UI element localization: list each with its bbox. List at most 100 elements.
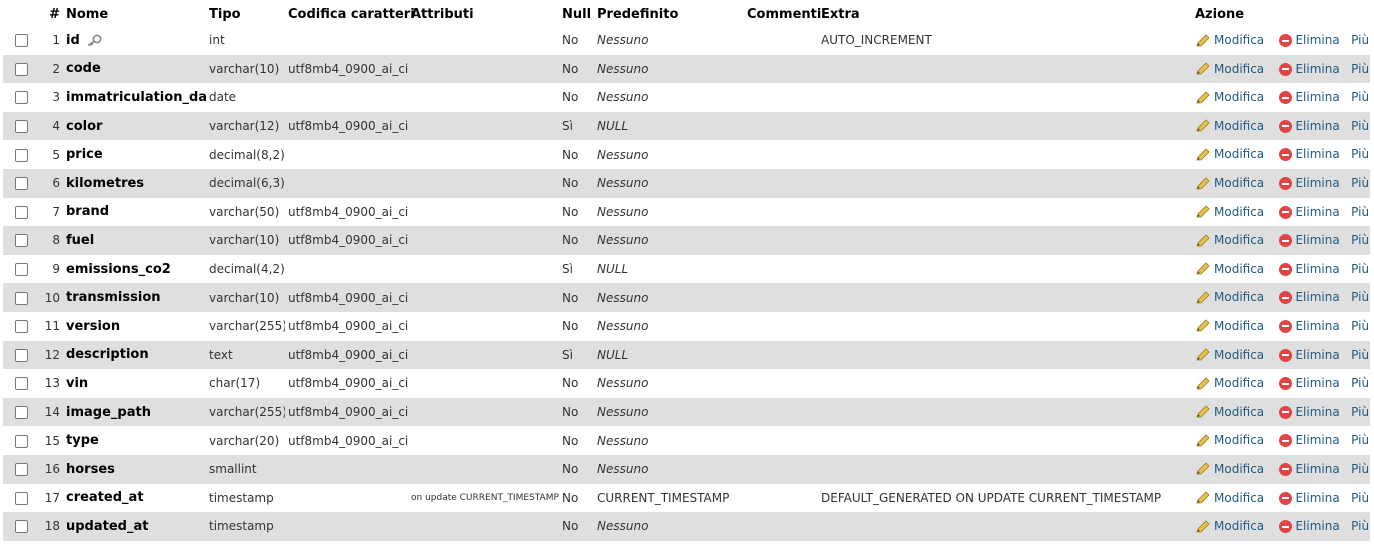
more-link[interactable]: Più	[1351, 147, 1369, 161]
row-checkbox[interactable]	[15, 148, 28, 162]
column-name[interactable]: code	[66, 61, 101, 76]
delete-link[interactable]: Elimina	[1279, 205, 1343, 219]
more-link[interactable]: Più	[1351, 119, 1369, 133]
more-link[interactable]: Più	[1351, 262, 1369, 276]
more-link[interactable]: Più	[1351, 176, 1369, 190]
header-comments[interactable]: Commenti	[744, 3, 821, 26]
column-name[interactable]: kilometres	[66, 176, 144, 191]
more-link[interactable]: Più	[1351, 348, 1369, 362]
row-checkbox[interactable]	[15, 520, 28, 534]
header-type[interactable]: Tipo	[206, 3, 285, 26]
edit-link[interactable]: Modifica	[1195, 348, 1268, 362]
header-name[interactable]: Nome	[63, 3, 206, 26]
more-link[interactable]: Più	[1351, 405, 1369, 419]
edit-link[interactable]: Modifica	[1195, 205, 1268, 219]
delete-link[interactable]: Elimina	[1279, 176, 1343, 191]
more-link[interactable]: Più	[1351, 33, 1369, 47]
delete-link[interactable]: Elimina	[1279, 519, 1343, 534]
row-checkbox[interactable]	[15, 320, 28, 334]
row-checkbox[interactable]	[15, 234, 28, 248]
delete-link[interactable]: Elimina	[1279, 290, 1343, 305]
column-name[interactable]: type	[66, 433, 99, 448]
row-checkbox[interactable]	[15, 263, 28, 277]
edit-link[interactable]: Modifica	[1195, 147, 1268, 161]
row-checkbox[interactable]	[15, 348, 28, 362]
row-checkbox[interactable]	[15, 491, 28, 505]
table-row: 15 type varchar(20) utf8mb4_0900_ai_ci N…	[3, 426, 1370, 455]
row-checkbox[interactable]	[15, 91, 28, 105]
delete-link[interactable]: Elimina	[1279, 376, 1343, 391]
delete-link[interactable]: Elimina	[1279, 348, 1343, 362]
more-link[interactable]: Più	[1351, 319, 1369, 333]
delete-link[interactable]: Elimina	[1279, 405, 1343, 419]
delete-link[interactable]: Elimina	[1279, 233, 1343, 248]
column-name[interactable]: color	[66, 119, 102, 134]
edit-link[interactable]: Modifica	[1195, 176, 1268, 190]
more-link[interactable]: Più	[1351, 205, 1369, 219]
edit-link[interactable]: Modifica	[1195, 319, 1268, 333]
delete-link[interactable]: Elimina	[1279, 319, 1343, 333]
header-extra[interactable]: Extra	[818, 3, 1192, 26]
delete-link[interactable]: Elimina	[1279, 119, 1343, 133]
edit-link[interactable]: Modifica	[1195, 491, 1268, 505]
column-name[interactable]: immatriculation_date	[66, 90, 206, 105]
column-name[interactable]: price	[66, 147, 103, 162]
row-checkbox[interactable]	[15, 406, 28, 420]
delete-link[interactable]: Elimina	[1279, 33, 1343, 48]
edit-link[interactable]: Modifica	[1195, 290, 1268, 304]
row-checkbox[interactable]	[15, 463, 28, 477]
delete-link[interactable]: Elimina	[1279, 62, 1343, 76]
row-checkbox[interactable]	[15, 291, 28, 305]
more-link[interactable]: Più	[1351, 233, 1369, 247]
edit-link[interactable]: Modifica	[1195, 405, 1268, 419]
delete-link[interactable]: Elimina	[1279, 491, 1343, 505]
delete-link[interactable]: Elimina	[1279, 462, 1343, 476]
column-name[interactable]: horses	[66, 462, 115, 477]
column-name[interactable]: description	[66, 347, 149, 362]
column-name[interactable]: id	[66, 33, 80, 48]
more-link[interactable]: Più	[1351, 519, 1369, 533]
row-checkbox[interactable]	[15, 34, 28, 48]
edit-link[interactable]: Modifica	[1195, 462, 1268, 476]
header-collation[interactable]: Codifica caratteri	[285, 3, 415, 26]
edit-link[interactable]: Modifica	[1195, 62, 1268, 76]
row-checkbox[interactable]	[15, 377, 28, 391]
column-collation	[285, 83, 408, 112]
edit-link[interactable]: Modifica	[1195, 119, 1268, 133]
more-link[interactable]: Più	[1351, 433, 1369, 447]
column-name[interactable]: created_at	[66, 490, 144, 505]
more-link[interactable]: Più	[1351, 62, 1369, 76]
more-link[interactable]: Più	[1351, 90, 1369, 104]
row-checkbox[interactable]	[15, 205, 28, 219]
row-checkbox[interactable]	[15, 62, 28, 76]
edit-link[interactable]: Modifica	[1195, 90, 1268, 104]
edit-link[interactable]: Modifica	[1195, 233, 1268, 247]
edit-link[interactable]: Modifica	[1195, 376, 1268, 390]
more-link[interactable]: Più	[1351, 491, 1369, 505]
edit-link[interactable]: Modifica	[1195, 33, 1268, 47]
edit-link[interactable]: Modifica	[1195, 519, 1268, 533]
row-checkbox[interactable]	[15, 120, 28, 134]
column-name[interactable]: image_path	[66, 405, 151, 420]
column-name[interactable]: vin	[66, 376, 88, 391]
more-link[interactable]: Più	[1351, 462, 1369, 476]
more-link[interactable]: Più	[1351, 376, 1369, 390]
column-name[interactable]: emissions_co2	[66, 262, 171, 277]
row-checkbox[interactable]	[15, 177, 28, 191]
column-name[interactable]: fuel	[66, 233, 94, 248]
delete-link[interactable]: Elimina	[1279, 147, 1343, 162]
header-attributes[interactable]: Attributi	[408, 3, 559, 26]
column-name[interactable]: transmission	[66, 290, 161, 305]
row-checkbox[interactable]	[15, 434, 28, 448]
delete-link[interactable]: Elimina	[1279, 433, 1343, 448]
edit-link[interactable]: Modifica	[1195, 433, 1268, 447]
delete-link[interactable]: Elimina	[1279, 90, 1343, 105]
delete-link[interactable]: Elimina	[1279, 262, 1343, 276]
edit-link[interactable]: Modifica	[1195, 262, 1268, 276]
column-name[interactable]: updated_at	[66, 519, 148, 534]
more-link[interactable]: Più	[1351, 290, 1369, 304]
column-name[interactable]: brand	[66, 204, 109, 219]
header-null[interactable]: Null	[559, 3, 594, 26]
column-name[interactable]: version	[66, 319, 120, 334]
header-default[interactable]: Predefinito	[594, 3, 744, 26]
